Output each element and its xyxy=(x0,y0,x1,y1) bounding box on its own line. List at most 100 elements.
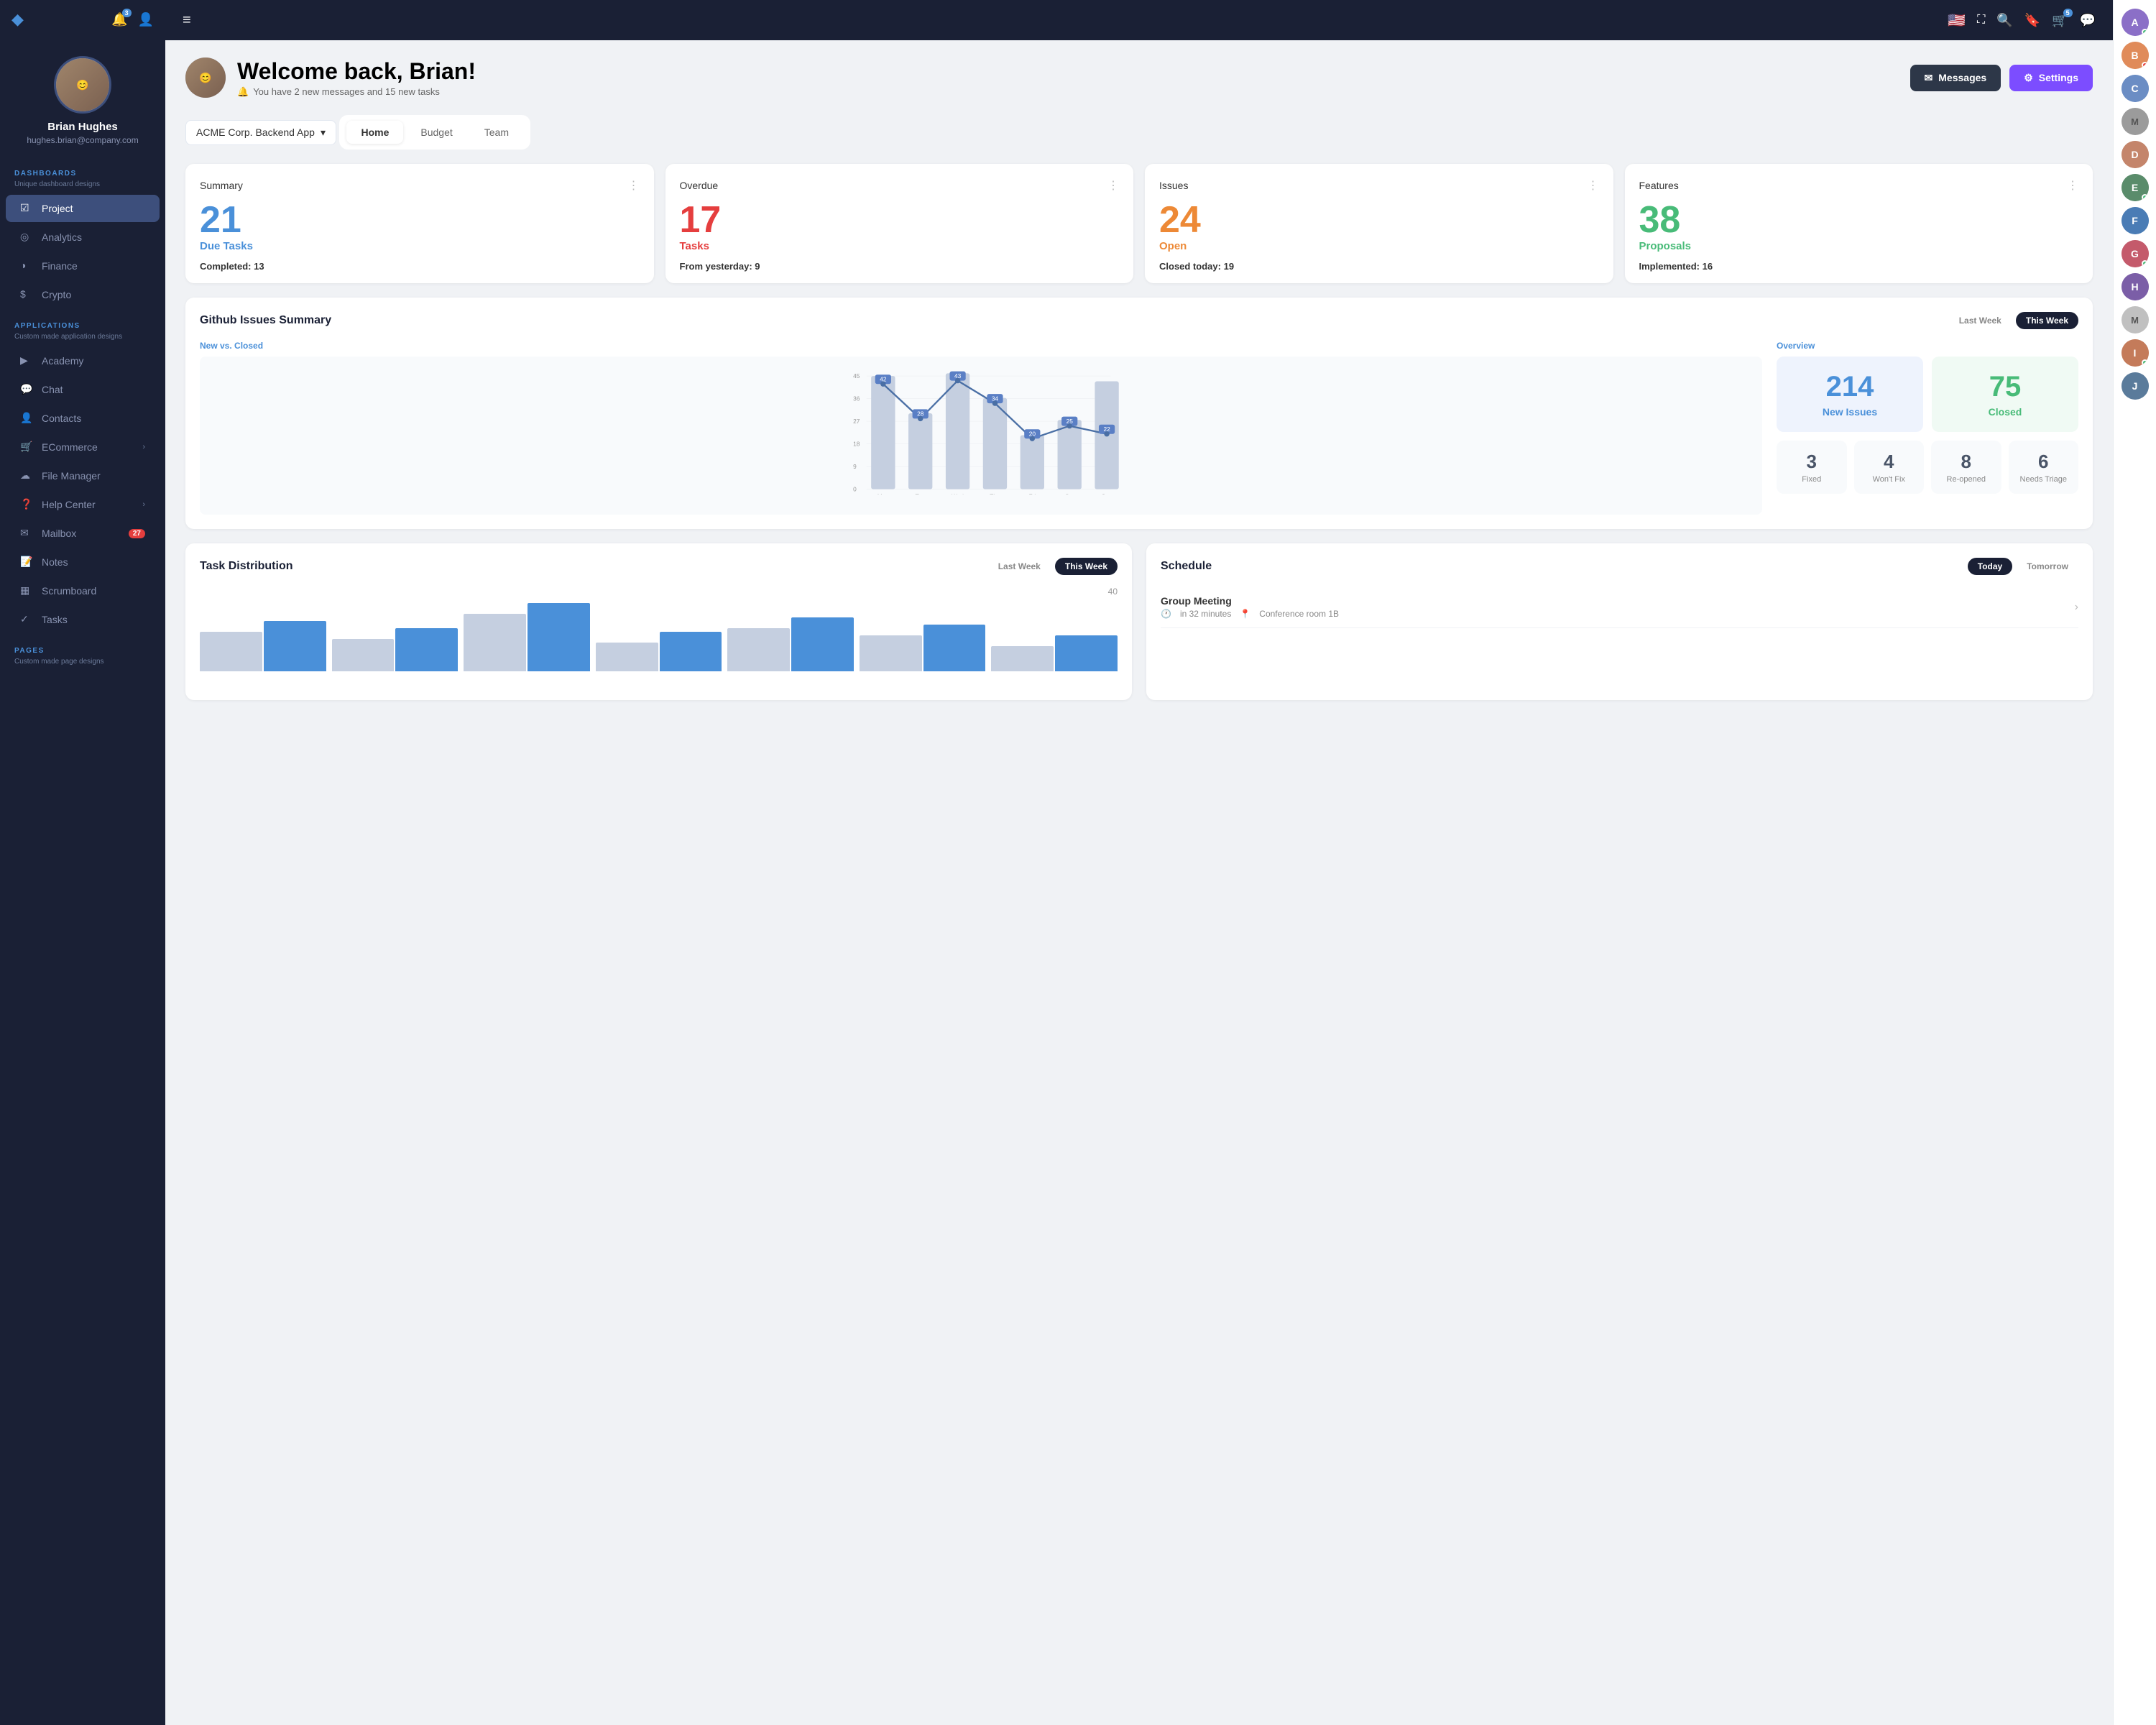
tab-home[interactable]: Home xyxy=(346,121,403,144)
sidebar-item-chat[interactable]: 💬 Chat xyxy=(6,376,160,403)
fixed-count: 3 xyxy=(1807,451,1817,473)
svg-text:9: 9 xyxy=(853,463,857,470)
messages-nav-icon[interactable]: 💬 xyxy=(2080,13,2096,28)
project-selector[interactable]: ACME Corp. Backend App ▾ xyxy=(185,120,336,145)
notification-icon[interactable]: 🔔 3 xyxy=(111,12,127,27)
sidebar-item-helpcenter[interactable]: ❓ Help Center › xyxy=(6,491,160,518)
schedule-location: Conference room 1B xyxy=(1259,609,1339,619)
right-avatar-10[interactable]: I xyxy=(2122,339,2149,367)
task-this-week-btn[interactable]: This Week xyxy=(1055,558,1118,575)
tab-team[interactable]: Team xyxy=(470,121,523,144)
main-wrapper: ≡ 🇺🇸 ⛶ 🔍 🔖 🛒 5 💬 😊 Welcome back, Brian! xyxy=(165,0,2113,1725)
sidebar-item-analytics[interactable]: ◎ Analytics xyxy=(6,224,160,251)
tab-budget[interactable]: Budget xyxy=(406,121,466,144)
overview-label: Overview xyxy=(1777,341,2078,351)
github-issues-card: Github Issues Summary Last Week This Wee… xyxy=(185,298,2093,529)
task-dist-header: Task Distribution Last Week This Week xyxy=(200,558,1118,575)
right-avatar-1[interactable]: B xyxy=(2122,42,2149,69)
academy-icon: ▶ xyxy=(20,354,33,367)
schedule-item-arrow[interactable]: › xyxy=(2075,601,2078,614)
overview-bottom: 3 Fixed 4 Won't Fix 8 Re-opened 6 xyxy=(1777,441,2078,494)
right-avatar-4[interactable]: D xyxy=(2122,141,2149,168)
sidebar-item-project[interactable]: ☑ Project xyxy=(6,195,160,222)
task-dist-toggles: Last Week This Week xyxy=(988,558,1118,575)
overview-top: 214 New Issues 75 Closed xyxy=(1777,356,2078,432)
sidebar-item-label: Project xyxy=(42,203,73,214)
stat-summary-number: 21 xyxy=(200,201,640,239)
sidebar-item-crypto[interactable]: $ Crypto xyxy=(6,281,160,308)
this-week-button[interactable]: This Week xyxy=(2016,312,2078,329)
hamburger-button[interactable]: ≡ xyxy=(183,12,191,29)
schedule-tomorrow-btn[interactable]: Tomorrow xyxy=(2017,558,2078,575)
flag-icon[interactable]: 🇺🇸 xyxy=(1948,12,1966,29)
new-issues-count: 214 xyxy=(1826,371,1874,403)
schedule-today-btn[interactable]: Today xyxy=(1968,558,2012,575)
sidebar-item-finance[interactable]: ◑ Finance xyxy=(6,252,160,280)
sidebar-item-label: ECommerce xyxy=(42,441,98,453)
sidebar-item-contacts[interactable]: 👤 Contacts xyxy=(6,405,160,432)
helpcenter-icon: ❓ xyxy=(20,498,33,511)
schedule-location-icon: 📍 xyxy=(1240,609,1250,619)
sidebar-item-ecommerce[interactable]: 🛒 ECommerce › xyxy=(6,433,160,461)
stat-card-issues-menu[interactable]: ⋮ xyxy=(1588,178,1599,193)
sidebar-item-mailbox[interactable]: ✉ Mailbox 27 xyxy=(6,520,160,547)
profile-icon[interactable]: 👤 xyxy=(138,12,154,27)
sidebar-item-label: Academy xyxy=(42,355,83,367)
right-avatar-7[interactable]: G xyxy=(2122,240,2149,267)
right-avatar-8[interactable]: H xyxy=(2122,273,2149,300)
schedule-item-title: Group Meeting xyxy=(1161,595,1339,607)
sidebar-item-scrumboard[interactable]: ▦ Scrumboard xyxy=(6,577,160,604)
stat-card-features-title: Features xyxy=(1639,180,1679,191)
user-profile: 😊 Brian Hughes hughes.brian@company.com xyxy=(0,39,165,157)
stat-card-features-menu[interactable]: ⋮ xyxy=(2067,178,2078,193)
right-avatar-9[interactable]: M xyxy=(2122,306,2149,334)
sidebar-item-label: Notes xyxy=(42,556,68,568)
right-avatar-0[interactable]: A xyxy=(2122,9,2149,36)
search-icon[interactable]: 🔍 xyxy=(1996,13,2012,28)
sidebar-item-label: Scrumboard xyxy=(42,585,96,597)
right-avatar-11[interactable]: J xyxy=(2122,372,2149,400)
stat-issues-number: 24 xyxy=(1159,201,1599,239)
chat-icon: 💬 xyxy=(20,383,33,396)
right-avatar-3[interactable]: M xyxy=(2122,108,2149,135)
last-week-button[interactable]: Last Week xyxy=(1949,312,2012,329)
stat-card-overdue-title: Overdue xyxy=(680,180,719,191)
sidebar-item-academy[interactable]: ▶ Academy xyxy=(6,347,160,374)
task-last-week-btn[interactable]: Last Week xyxy=(988,558,1051,575)
stat-features-number: 38 xyxy=(1639,201,2079,239)
expand-icon[interactable]: ⛶ xyxy=(1977,14,1985,27)
stat-card-summary-menu[interactable]: ⋮ xyxy=(628,178,640,193)
right-avatar-6[interactable]: F xyxy=(2122,207,2149,234)
messages-button[interactable]: ✉ Messages xyxy=(1910,65,2001,91)
envelope-icon: ✉ xyxy=(1925,72,1933,84)
schedule-item: Group Meeting 🕐 in 32 minutes 📍 Conferen… xyxy=(1161,586,2078,628)
mailbox-badge: 27 xyxy=(129,529,145,538)
welcome-text: Welcome back, Brian! 🔔 You have 2 new me… xyxy=(237,58,476,98)
svg-text:Tue: Tue xyxy=(916,493,926,494)
closed-label: Closed xyxy=(1989,406,2022,418)
welcome-subtitle: 🔔 You have 2 new messages and 15 new tas… xyxy=(237,86,476,98)
scrumboard-icon: ▦ xyxy=(20,584,33,597)
ecommerce-icon: 🛒 xyxy=(20,441,33,454)
sidebar-item-filemanager[interactable]: ☁ File Manager xyxy=(6,462,160,489)
new-issues-box: 214 New Issues xyxy=(1777,356,1923,432)
welcome-avatar: 😊 xyxy=(185,58,226,98)
right-avatar-2[interactable]: C xyxy=(2122,75,2149,102)
schedule-time-icon: 🕐 xyxy=(1161,609,1171,619)
task-distribution-card: Task Distribution Last Week This Week 40 xyxy=(185,543,1132,700)
sidebar-item-notes[interactable]: 📝 Notes xyxy=(6,548,160,576)
sidebar-item-tasks[interactable]: ✓ Tasks xyxy=(6,606,160,633)
right-avatar-5[interactable]: E xyxy=(2122,174,2149,201)
cart-icon[interactable]: 🛒 5 xyxy=(2052,13,2068,28)
mailbox-icon: ✉ xyxy=(20,527,33,540)
svg-text:36: 36 xyxy=(853,395,860,402)
dashboards-section-sub: Unique dashboard designs xyxy=(0,180,165,194)
applications-section-label: APPLICATIONS xyxy=(0,309,165,333)
bookmark-icon[interactable]: 🔖 xyxy=(2024,13,2040,28)
reopened-count: 8 xyxy=(1961,451,1971,473)
settings-button[interactable]: ⚙ Settings xyxy=(2009,65,2093,91)
notification-badge: 3 xyxy=(122,9,132,17)
stat-card-overdue-menu[interactable]: ⋮ xyxy=(1107,178,1119,193)
schedule-toggles: Today Tomorrow xyxy=(1968,558,2078,575)
top-nav-right: 🇺🇸 ⛶ 🔍 🔖 🛒 5 💬 xyxy=(1948,12,2096,29)
